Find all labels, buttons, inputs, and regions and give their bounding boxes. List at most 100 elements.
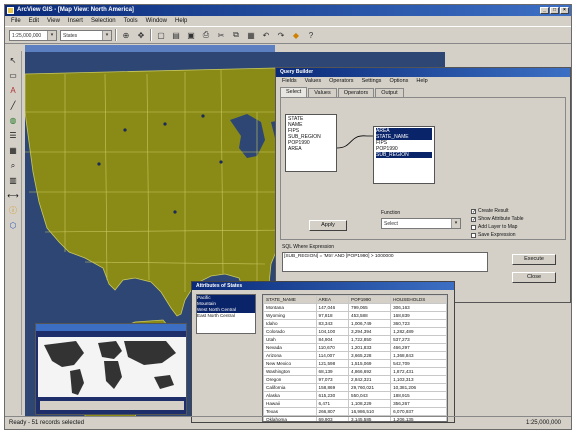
info-icon[interactable]: ⓘ xyxy=(8,205,19,216)
checkbox[interactable] xyxy=(471,232,476,238)
close-dialog-button[interactable]: Close xyxy=(512,272,556,283)
option-label: Add Layer to Map xyxy=(478,224,518,230)
checkbox-checked[interactable]: ✓ xyxy=(471,216,476,222)
chevron-down-icon[interactable]: ▾ xyxy=(47,30,56,40)
values-list[interactable]: AREA STATE_NAME FIPS POP1990 SUB_REGION xyxy=(373,126,435,184)
line-icon[interactable]: ╱ xyxy=(8,100,19,111)
table-cell: Wyoming xyxy=(263,311,317,320)
table-cell: 1,368,843 xyxy=(390,351,447,360)
table-row[interactable]: Arizona 114,007 3,665,228 1,368,843 xyxy=(263,351,447,360)
menu-window[interactable]: Window xyxy=(146,16,167,26)
menu-file[interactable]: File xyxy=(11,16,21,26)
table-row[interactable]: Nevada 110,670 1,201,833 466,297 xyxy=(263,343,447,352)
status-scale: 1:25,000,000 xyxy=(525,420,561,426)
redo-icon[interactable]: ↷ xyxy=(275,29,287,41)
checkbox-checked[interactable]: ✓ xyxy=(471,208,476,214)
table-cell: 29,760,021 xyxy=(348,383,392,392)
minimize-button[interactable]: _ xyxy=(540,7,549,14)
table-row[interactable]: Texas 266,807 16,986,510 6,070,937 xyxy=(263,407,447,416)
text-icon[interactable]: A xyxy=(8,85,19,96)
table-row[interactable]: California 158,869 29,760,021 10,381,206 xyxy=(263,383,447,392)
column-header[interactable]: HOUSEHOLDS xyxy=(390,295,447,304)
menu-view[interactable]: View xyxy=(47,16,60,26)
sql-expression-field[interactable]: [SUB_REGION] = 'Mtn' AND [POP1990] > 100… xyxy=(282,252,488,272)
identify-icon[interactable]: ◆ xyxy=(290,29,302,41)
table-cell: 3,294,394 xyxy=(348,327,392,336)
rectangle-icon[interactable]: ▭ xyxy=(8,70,19,81)
option-save-expression[interactable]: Save Expression xyxy=(471,232,516,238)
chevron-down-icon[interactable]: ▾ xyxy=(451,219,460,228)
dlg-menu-values[interactable]: Values xyxy=(305,77,321,86)
world-overview-map[interactable] xyxy=(36,331,187,415)
print-icon[interactable]: ⎙ xyxy=(200,29,212,41)
new-document-icon[interactable]: ▢ xyxy=(155,29,167,41)
close-button[interactable]: × xyxy=(560,7,569,14)
copy-icon[interactable]: ⧉ xyxy=(230,29,242,41)
layers-icon[interactable]: ☰ xyxy=(8,130,19,141)
menu-insert[interactable]: Insert xyxy=(68,16,83,26)
route-icon[interactable]: ⬡ xyxy=(8,220,19,231)
table-row[interactable]: New Mexico 121,598 1,515,069 542,709 xyxy=(263,359,447,368)
table-cell: 158,869 xyxy=(315,383,350,392)
pan-icon[interactable]: ✥ xyxy=(135,29,147,41)
measure-icon[interactable]: ⟷ xyxy=(7,190,18,201)
menu-edit[interactable]: Edit xyxy=(29,16,39,26)
table-row[interactable]: Idaho 83,343 1,006,749 360,723 xyxy=(263,319,447,328)
region-list[interactable]: Pacific Mountain West North Central East… xyxy=(196,294,256,334)
list-item[interactable]: AREA xyxy=(288,146,334,152)
option-show-table[interactable]: ✓ Show Attribute Table xyxy=(471,216,524,222)
dlg-menu-fields[interactable]: Fields xyxy=(282,77,297,86)
fields-list[interactable]: STATE NAME FIPS SUB_REGION POP1990 AREA xyxy=(285,114,337,172)
table-cell: 168,839 xyxy=(390,311,447,320)
checkbox[interactable] xyxy=(471,224,476,230)
app-window: ArcView GIS - [Map View: North America] … xyxy=(4,4,572,430)
table-cell: Idaho xyxy=(263,319,317,328)
help-icon[interactable]: ? xyxy=(305,29,317,41)
chart-icon[interactable]: ▥ xyxy=(8,175,19,186)
table-row[interactable]: Wyoming 97,818 453,588 168,839 xyxy=(263,311,447,320)
undo-icon[interactable]: ↶ xyxy=(260,29,272,41)
table-row[interactable]: Montana 147,046 799,065 306,163 xyxy=(263,303,447,312)
open-folder-icon[interactable]: ▤ xyxy=(170,29,182,41)
table-row[interactable]: Washington 68,139 4,866,692 1,872,431 xyxy=(263,367,447,376)
column-header[interactable]: STATE_NAME xyxy=(263,295,317,304)
column-header[interactable]: POP1990 xyxy=(348,295,392,304)
dlg-menu-operators[interactable]: Operators xyxy=(329,77,353,86)
menu-help[interactable]: Help xyxy=(175,16,187,26)
paste-icon[interactable]: ▦ xyxy=(245,29,257,41)
table-row[interactable]: Utah 84,904 1,722,850 537,273 xyxy=(263,335,447,344)
option-create-result[interactable]: ✓ Create Result xyxy=(471,208,509,214)
query-icon[interactable]: ⌕ xyxy=(8,160,19,171)
function-combo[interactable]: Select ▾ xyxy=(381,218,461,229)
save-icon[interactable]: ▣ xyxy=(185,29,197,41)
menu-selection[interactable]: Selection xyxy=(91,16,116,26)
cut-icon[interactable]: ✂ xyxy=(215,29,227,41)
table-row[interactable]: Hawaii 6,471 1,108,229 356,267 xyxy=(263,399,447,408)
window-title: ArcView GIS - [Map View: North America] xyxy=(17,7,134,13)
menu-tools[interactable]: Tools xyxy=(124,16,138,26)
dlg-menu-options[interactable]: Options xyxy=(389,77,408,86)
execute-button[interactable]: Execute xyxy=(512,254,556,265)
attribute-grid[interactable]: STATE_NAME AREA POP1990 HOUSEHOLDS Monta… xyxy=(262,294,448,422)
layer-combo[interactable]: States ▾ xyxy=(60,29,112,41)
table-row[interactable]: Oregon 97,073 2,842,321 1,103,313 xyxy=(263,375,447,384)
table-row[interactable]: Alaska 615,230 550,043 188,915 xyxy=(263,391,447,400)
list-item[interactable]: SUB_REGION xyxy=(376,152,432,158)
select-arrow-icon[interactable]: ↖ xyxy=(8,55,19,66)
dlg-menu-settings[interactable]: Settings xyxy=(362,77,382,86)
zoom-in-icon[interactable]: ⊕ xyxy=(120,29,132,41)
apply-button[interactable]: Apply xyxy=(309,220,347,231)
scale-combo[interactable]: 1:25,000,000 ▾ xyxy=(9,29,57,41)
list-item[interactable]: East North Central xyxy=(197,313,255,319)
dlg-menu-help[interactable]: Help xyxy=(416,77,427,86)
globe-icon[interactable]: ◍ xyxy=(8,115,19,126)
table-cell: 4,866,692 xyxy=(348,367,392,376)
table-icon[interactable]: ▦ xyxy=(8,145,19,156)
option-add-layer[interactable]: Add Layer to Map xyxy=(471,224,517,230)
maximize-button[interactable]: □ xyxy=(550,7,559,14)
table-cell: 97,818 xyxy=(315,311,350,320)
chevron-down-icon[interactable]: ▾ xyxy=(102,30,111,40)
column-header[interactable]: AREA xyxy=(315,295,350,304)
table-row[interactable]: Colorado 104,100 3,294,394 1,282,489 xyxy=(263,327,447,336)
overview-map[interactable] xyxy=(35,323,187,415)
